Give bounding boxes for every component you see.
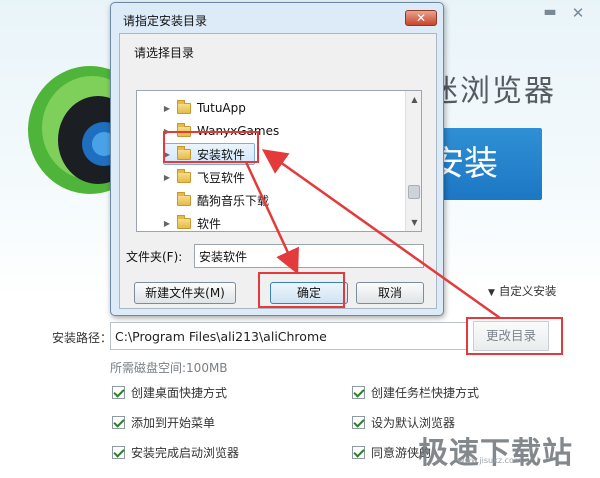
scroll-down-icon[interactable]: ▼	[406, 214, 421, 231]
minimize-icon[interactable]: ▬	[540, 4, 560, 20]
checkbox-checked-icon[interactable]	[352, 446, 365, 459]
new-folder-button[interactable]: 新建文件夹(M)	[134, 282, 236, 304]
custom-install-label: 自定义安装	[498, 284, 557, 298]
tree-item-label: 软件	[197, 216, 222, 231]
chevron-right-icon[interactable]: ▶	[161, 104, 173, 113]
option-label: 创建桌面快捷方式	[131, 386, 228, 400]
option-label: 添加到开始菜单	[131, 416, 216, 430]
annotation-box-ok	[258, 272, 345, 308]
triangle-down-icon: ▼	[488, 288, 495, 298]
site-watermark: 极速下载站	[418, 436, 573, 471]
tree-item-feidou[interactable]: ▶ 飞豆软件	[161, 166, 245, 188]
folder-name-label: 文件夹(F):	[126, 250, 183, 264]
custom-install-toggle[interactable]: ▼ 自定义安装	[476, 280, 600, 300]
brand-text: 迷浏览器	[428, 74, 556, 109]
tree-item-label: 酷狗音乐下载	[197, 193, 270, 208]
folder-name-input[interactable]	[194, 244, 424, 268]
annotation-box-change-dir	[466, 317, 563, 355]
site-watermark-url: www.jisuxz.com	[458, 456, 522, 465]
dialog-body: 请选择目录 ▶ TutuApp ▶ WanyxGames ▶ 安装软件 ▶ 飞豆…	[119, 33, 437, 309]
dialog-prompt: 请选择目录	[134, 46, 195, 60]
option-taskbar-shortcut[interactable]: 创建任务栏快捷方式	[352, 384, 479, 401]
install-path-input[interactable]	[110, 322, 468, 350]
folder-icon	[177, 191, 191, 206]
option-launch-after[interactable]: 安装完成启动浏览器	[112, 444, 239, 461]
checkbox-checked-icon[interactable]	[112, 386, 125, 399]
folder-icon	[177, 214, 191, 229]
tree-item-tutuapp[interactable]: ▶ TutuApp	[161, 97, 246, 119]
folder-icon	[177, 168, 191, 183]
install-path-label: 安装路径：	[52, 331, 113, 345]
dialog-close-button[interactable]: ✕	[405, 10, 437, 26]
chevron-right-icon[interactable]: ▶	[161, 173, 173, 182]
folder-icon	[177, 99, 191, 114]
tree-item-label: TutuApp	[197, 101, 246, 115]
tree-scrollbar[interactable]: ▲ ▼	[405, 91, 421, 231]
option-desktop-shortcut[interactable]: 创建桌面快捷方式	[112, 384, 227, 401]
option-label: 安装完成启动浏览器	[131, 446, 240, 460]
close-icon: ✕	[415, 11, 427, 25]
annotation-box-selected-folder	[163, 131, 259, 163]
choose-directory-dialog: 请指定安装目录 ✕ 请选择目录 ▶ TutuApp ▶ WanyxGames ▶…	[110, 2, 444, 316]
option-start-menu[interactable]: 添加到开始菜单	[112, 414, 215, 431]
option-label: 创建任务栏快捷方式	[371, 386, 480, 400]
checkbox-checked-icon[interactable]	[112, 446, 125, 459]
cancel-button[interactable]: 取消	[356, 282, 424, 304]
checkbox-checked-icon[interactable]	[352, 416, 365, 429]
close-icon[interactable]: ✕	[568, 4, 588, 22]
scroll-up-icon[interactable]: ▲	[406, 91, 421, 108]
checkbox-checked-icon[interactable]	[112, 416, 125, 429]
tree-item-kugou[interactable]: 酷狗音乐下载	[161, 189, 269, 211]
tree-item-label: 飞豆软件	[197, 170, 246, 185]
chevron-right-icon[interactable]: ▶	[161, 219, 173, 228]
dialog-title: 请指定安装目录	[123, 14, 208, 28]
scrollbar-thumb[interactable]	[408, 185, 420, 199]
disk-space-text: 所需磁盘空间:100MB	[110, 361, 228, 375]
tree-item-software[interactable]: ▶ 软件	[161, 212, 222, 231]
checkbox-checked-icon[interactable]	[352, 386, 365, 399]
